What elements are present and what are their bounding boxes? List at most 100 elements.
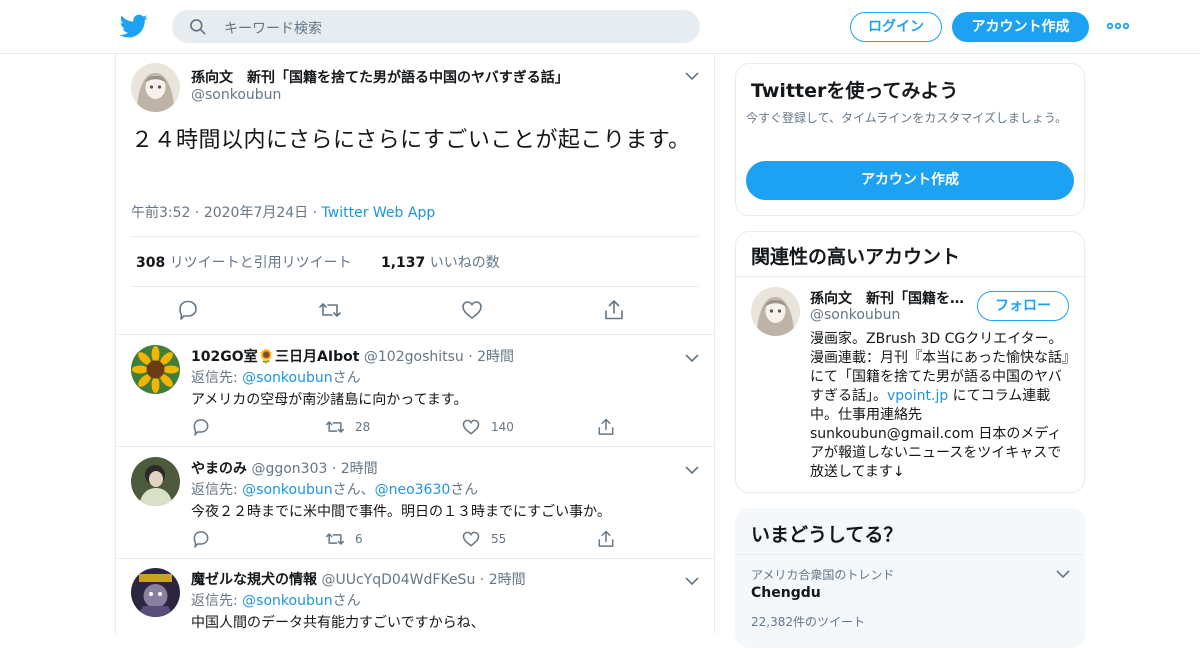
retweet-count: 6: [355, 532, 363, 546]
chevron-down-icon[interactable]: [685, 465, 699, 475]
reply-text: アメリカの空母が南沙諸島に向かってます。: [191, 392, 468, 408]
retweet-stat-label: リツイートと引用リツイート: [169, 255, 352, 271]
reply-suffix: さん: [332, 593, 361, 609]
tweet-actions: [131, 298, 699, 324]
share-icon[interactable]: [596, 529, 616, 549]
trend-context: アメリカ合衆国のトレンド: [751, 568, 895, 582]
follow-button[interactable]: フォロー: [977, 291, 1069, 321]
retweet-count: 308: [136, 255, 166, 271]
share-icon[interactable]: [602, 298, 626, 322]
signup-card-subtitle: 今すぐ登録して、タイムラインをカスタマイズしましょう。: [746, 111, 1068, 125]
chevron-down-icon[interactable]: [685, 353, 699, 363]
meta-separator: ·: [331, 461, 341, 477]
avatar[interactable]: [751, 287, 800, 336]
meta-separator: ·: [194, 205, 204, 221]
reply-author-name[interactable]: やまのみ: [191, 461, 247, 477]
retweet-icon[interactable]: [318, 298, 342, 322]
chevron-down-icon[interactable]: [685, 71, 699, 81]
reply-author-name[interactable]: 102GO室🌻三日月AIbot: [191, 349, 359, 365]
related-account-handle[interactable]: @sonkoubun: [810, 307, 900, 323]
tweet-date[interactable]: 2020年7月24日: [204, 205, 308, 221]
reply-icon[interactable]: [191, 529, 211, 549]
tweet-source-link[interactable]: Twitter Web App: [322, 205, 436, 221]
trends-card: いまどうしてる？ アメリカ合衆国のトレンド Chengdu 22,382件のツイ…: [735, 508, 1085, 648]
reply-header: 魔ゼルな規犬の情報 @UUcYqD04WdFKeSu · 2時間: [191, 569, 526, 589]
divider: [736, 554, 1084, 555]
retweet-count: 28: [355, 420, 371, 434]
reply-header: やまのみ @ggon303 · 2時間: [191, 458, 378, 478]
reply-prefix: 返信先:: [191, 370, 243, 386]
like-count: 140: [491, 420, 514, 434]
meta-separator: ·: [479, 572, 489, 588]
trends-title: いまどうしてる？: [751, 524, 903, 546]
reply-context: 返信先: @sonkoubunさん: [191, 367, 361, 387]
reply-author-handle[interactable]: @UUcYqD04WdFKeSu: [321, 572, 475, 588]
reply-author-handle[interactable]: @102goshitsu: [364, 349, 464, 365]
reply-header: 102GO室🌻三日月AIbot @102goshitsu · 2時間: [191, 346, 514, 366]
reply-to-link[interactable]: @sonkoubun: [242, 482, 332, 498]
author-name[interactable]: 孫向文 新刊「国籍を捨てた男が語る中国のヤバすぎる話」: [191, 67, 569, 87]
retweet-icon[interactable]: [325, 529, 345, 549]
reply-text: 中国人間のデータ共有能力すごいですからね、: [191, 615, 485, 631]
bio-link[interactable]: vpoint.jp: [887, 388, 948, 404]
signup-card-title: Twitterを使ってみよう: [751, 80, 959, 102]
signup-prompt-card: Twitterを使ってみよう 今すぐ登録して、タイムラインをカスタマイズしましょ…: [735, 63, 1085, 216]
like-heart-icon[interactable]: [461, 417, 481, 437]
like-count: 55: [491, 532, 507, 546]
avatar[interactable]: [131, 457, 180, 506]
search-input[interactable]: キーワード検索: [172, 10, 700, 43]
reply-to-link[interactable]: @sonkoubun: [242, 370, 332, 386]
retweet-icon[interactable]: [325, 417, 345, 437]
like-stat[interactable]: 1,137 いいねの数: [381, 252, 500, 272]
related-account-name[interactable]: 孫向文 新刊「国籍を捨てた男が語る中国のヤバすぎる話」: [810, 288, 970, 308]
reply-author-name[interactable]: 魔ゼルな規犬の情報: [191, 572, 317, 588]
reply-prefix: 返信先:: [191, 482, 243, 498]
tweet-time[interactable]: 午前3:52: [131, 205, 190, 221]
more-options-icon[interactable]: [1106, 16, 1130, 36]
reply-to-link[interactable]: @sonkoubun: [242, 593, 332, 609]
related-account-bio: 漫画家。ZBrush 3D CGクリエイター。漫画連載：月刊『本当にあった愉快な…: [810, 330, 1070, 482]
reply-context: 返信先: @sonkoubunさん: [191, 590, 361, 610]
reply-tweet[interactable]: 魔ゼルな規犬の情報 @UUcYqD04WdFKeSu · 2時間 返信先: @s…: [116, 558, 714, 670]
author-handle[interactable]: @sonkoubun: [191, 87, 281, 103]
reply-text: 今夜２２時までに米中間で事件。明日の１３時までにすごい事か。: [191, 504, 611, 520]
avatar[interactable]: [131, 63, 180, 112]
trend-name[interactable]: Chengdu: [751, 585, 821, 601]
reply-author-handle[interactable]: @ggon303: [251, 461, 327, 477]
tweet-stats: 308 リツイートと引用リツイート 1,137 いいねの数: [131, 236, 699, 287]
chevron-down-icon[interactable]: [685, 576, 699, 586]
reply-time[interactable]: 2時間: [489, 572, 526, 588]
signup-card-button[interactable]: アカウント作成: [746, 161, 1074, 200]
meta-separator: ·: [312, 205, 322, 221]
like-heart-icon[interactable]: [461, 529, 481, 549]
tweet-text: ２４時間以内にさらにさらにすごいことが起こります。: [131, 128, 691, 153]
twitter-bird-logo-icon[interactable]: [120, 12, 148, 40]
reply-actions: 6 55: [191, 529, 631, 549]
divider: [736, 276, 1084, 277]
login-button[interactable]: ログイン: [850, 12, 942, 42]
meta-separator: ·: [468, 349, 478, 365]
reply-suffix-2: さん: [450, 482, 479, 498]
main-tweet: 孫向文 新刊「国籍を捨てた男が語る中国のヤバすぎる話」 @sonkoubun ２…: [116, 54, 714, 335]
avatar[interactable]: [131, 568, 180, 617]
reply-time[interactable]: 2時間: [341, 461, 378, 477]
share-icon[interactable]: [596, 417, 616, 437]
signup-button[interactable]: アカウント作成: [952, 12, 1089, 42]
search-placeholder: キーワード検索: [224, 21, 322, 37]
reply-suffix: さん: [332, 370, 361, 386]
reply-tweet[interactable]: やまのみ @ggon303 · 2時間 返信先: @sonkoubunさん、@n…: [116, 447, 714, 559]
reply-icon[interactable]: [191, 417, 211, 437]
like-heart-icon[interactable]: [460, 298, 484, 322]
avatar[interactable]: [131, 345, 180, 394]
reply-to-link-2[interactable]: @neo3630: [375, 482, 451, 498]
chevron-down-icon[interactable]: [1056, 569, 1070, 579]
reply-tweet[interactable]: 102GO室🌻三日月AIbot @102goshitsu · 2時間 返信先: …: [116, 335, 714, 447]
reply-time[interactable]: 2時間: [477, 349, 514, 365]
search-icon: [190, 19, 206, 35]
retweet-stat[interactable]: 308 リツイートと引用リツイート: [136, 252, 352, 272]
related-accounts-title: 関連性の高いアカウント: [751, 246, 961, 268]
related-accounts-card: 関連性の高いアカウント 孫向文 新刊「国籍を捨てた男が語る中国のヤバすぎる話」 …: [735, 231, 1085, 493]
reply-icon[interactable]: [176, 298, 200, 322]
reply-suffix: さん、: [332, 482, 375, 498]
reply-prefix: 返信先:: [191, 593, 243, 609]
